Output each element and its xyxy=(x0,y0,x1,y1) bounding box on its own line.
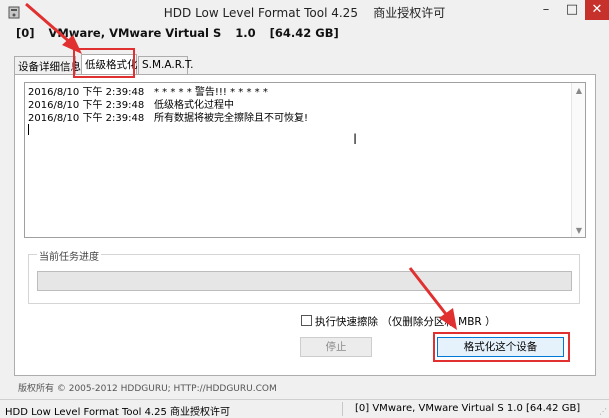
progress-bar xyxy=(37,271,572,291)
maximize-icon: □ xyxy=(565,2,579,17)
quick-wipe-label: 执行快速擦除 （仅删除分区和 MBR ） xyxy=(315,316,496,328)
device-name: VMware, VMware Virtual S xyxy=(48,26,222,40)
device-index: [0] xyxy=(16,26,35,40)
device-version: 1.0 xyxy=(235,26,256,40)
tab-device-details[interactable]: 设备详细信息 xyxy=(14,56,81,74)
log-message: 所有数据将被完全擦除且不可恢复! xyxy=(154,113,309,124)
log-message: 低级格式化过程中 xyxy=(154,100,234,111)
window-title-text: HDD Low Level Format Tool 4.25 xyxy=(163,6,358,20)
tab-highlight-box xyxy=(73,48,135,78)
progress-label: 当前任务进度 xyxy=(37,248,101,263)
quick-wipe-option[interactable]: 执行快速擦除 （仅删除分区和 MBR ） xyxy=(301,314,496,329)
status-separator xyxy=(342,402,343,416)
log-textbox[interactable]: 2016/8/10 下午 2:39:48 * * * * * 警告!!! * * … xyxy=(24,82,586,238)
close-icon: ✕ xyxy=(591,2,603,17)
title-bar: HDD Low Level Format Tool 4.25 商业授权许可 – … xyxy=(0,0,609,24)
status-device-info: [0] VMware, VMware Virtual S 1.0 [64.42 … xyxy=(355,403,581,414)
quick-wipe-checkbox[interactable] xyxy=(301,315,312,326)
resize-grip-icon[interactable]: ⋰ xyxy=(599,407,607,416)
minimize-button[interactable]: – xyxy=(533,0,559,20)
tab-smart[interactable]: S.M.A.R.T. xyxy=(138,56,194,74)
window-title: HDD Low Level Format Tool 4.25 商业授权许可 xyxy=(0,4,609,21)
text-caret xyxy=(28,124,29,135)
log-time: 2016/8/10 下午 2:39:48 xyxy=(28,113,145,124)
log-time: 2016/8/10 下午 2:39:48 xyxy=(28,100,145,111)
format-highlight-box xyxy=(433,332,570,362)
status-bar: HDD Low Level Format Tool 4.25 商业授权许可 [0… xyxy=(0,399,609,418)
progress-group: 当前任务进度 xyxy=(28,248,580,304)
text-cursor-icon: I xyxy=(353,132,358,148)
scroll-down-icon[interactable]: ▼ xyxy=(572,226,586,235)
log-row: 2016/8/10 下午 2:39:48 * * * * * 警告!!! * * … xyxy=(28,86,308,99)
close-button[interactable]: ✕ xyxy=(585,0,609,20)
log-row: 2016/8/10 下午 2:39:48 所有数据将被完全擦除且不可恢复! xyxy=(28,112,308,125)
maximize-button[interactable]: □ xyxy=(559,0,585,20)
log-lines: 2016/8/10 下午 2:39:48 * * * * * 警告!!! * * … xyxy=(28,86,308,125)
window-title-license: 商业授权许可 xyxy=(373,6,446,20)
status-app-info: HDD Low Level Format Tool 4.25 商业授权许可 xyxy=(5,407,231,418)
log-time: 2016/8/10 下午 2:39:48 xyxy=(28,87,145,98)
scroll-up-icon[interactable]: ▲ xyxy=(572,86,586,95)
log-row: 2016/8/10 下午 2:39:48 低级格式化过程中 xyxy=(28,99,308,112)
log-scrollbar[interactable]: ▲ ▼ xyxy=(571,83,585,237)
stop-button[interactable]: 停止 xyxy=(300,337,372,357)
log-message: * * * * * 警告!!! * * * * * xyxy=(154,87,268,98)
device-size: [64.42 GB] xyxy=(269,26,339,40)
selected-device-info: [0] VMware, VMware Virtual S 1.0 [64.42 GB] xyxy=(16,26,353,40)
minimize-icon: – xyxy=(542,2,550,17)
copyright-text: 版权所有 © 2005-2012 HDDGURU; HTTP://HDDGURU… xyxy=(18,384,277,394)
